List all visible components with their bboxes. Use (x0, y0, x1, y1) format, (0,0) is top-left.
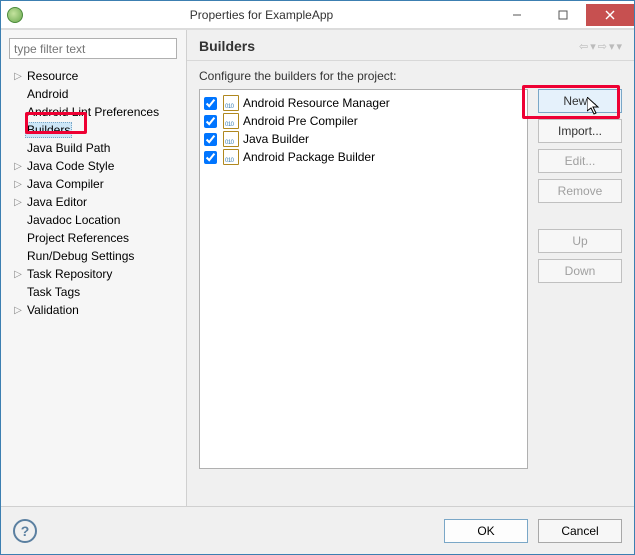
tree-item[interactable]: Run/Debug Settings (5, 247, 182, 265)
ok-button[interactable]: OK (444, 519, 528, 543)
expand-icon[interactable]: ▷ (11, 71, 25, 82)
tree-item-label: Builders (25, 122, 72, 138)
close-button[interactable] (586, 4, 634, 26)
builder-label: Android Resource Manager (243, 96, 390, 110)
builder-checkbox[interactable] (204, 151, 217, 164)
nav-pane: ▷ResourceAndroidAndroid Lint Preferences… (1, 30, 187, 506)
expand-icon[interactable]: ▷ (11, 161, 25, 172)
footer: ? OK Cancel (1, 506, 634, 554)
tree-item-label: Android (25, 87, 70, 101)
tree-item[interactable]: Builders (5, 121, 182, 139)
page-description: Configure the builders for the project: (199, 69, 622, 83)
tree-item[interactable]: ▷Java Code Style (5, 157, 182, 175)
import-button[interactable]: Import... (538, 119, 622, 143)
dialog-window: Properties for ExampleApp ▷ResourceAndro… (0, 0, 635, 555)
maximize-icon (558, 10, 568, 20)
builder-label: Android Package Builder (243, 150, 375, 164)
builder-file-icon (223, 149, 239, 165)
page-header: Builders ⇦▾ ⇨▾ ▾ (187, 30, 634, 61)
tree-item[interactable]: ▷Resource (5, 67, 182, 85)
content: ▷ResourceAndroidAndroid Lint Preferences… (1, 29, 634, 506)
back-menu-icon[interactable]: ▾ (590, 40, 596, 53)
builder-file-icon (223, 95, 239, 111)
expand-icon[interactable]: ▷ (11, 269, 25, 280)
tree-item[interactable]: Java Build Path (5, 139, 182, 157)
edit-button: Edit... (538, 149, 622, 173)
tree-item-label: Java Editor (25, 195, 89, 209)
filter-input[interactable] (9, 38, 177, 59)
minimize-button[interactable] (494, 4, 540, 26)
tree-item[interactable]: Android (5, 85, 182, 103)
category-tree[interactable]: ▷ResourceAndroidAndroid Lint Preferences… (5, 63, 182, 319)
page-title: Builders (199, 38, 579, 54)
page-body: Configure the builders for the project: … (187, 61, 634, 506)
forward-icon[interactable]: ⇨ (598, 40, 607, 53)
tree-item-label: Validation (25, 303, 81, 317)
list-item[interactable]: Android Resource Manager (204, 94, 523, 112)
list-item[interactable]: Android Package Builder (204, 148, 523, 166)
expand-icon[interactable]: ▷ (11, 179, 25, 190)
builder-label: Java Builder (243, 132, 309, 146)
expand-icon[interactable]: ▷ (11, 197, 25, 208)
tree-item[interactable]: ▷Validation (5, 301, 182, 319)
new-button[interactable]: New... (538, 89, 622, 113)
button-column: New... Import... Edit... Remove Up Down (538, 89, 622, 498)
tree-item-label: Project References (25, 231, 131, 245)
history-nav: ⇦▾ ⇨▾ ▾ (579, 40, 622, 53)
minimize-icon (512, 10, 522, 20)
tree-item-label: Resource (25, 69, 80, 83)
builder-file-icon (223, 113, 239, 129)
cancel-button[interactable]: Cancel (538, 519, 622, 543)
tree-item-label: Java Build Path (25, 141, 112, 155)
forward-menu-icon[interactable]: ▾ (609, 40, 615, 53)
tree-item[interactable]: Project References (5, 229, 182, 247)
window-title: Properties for ExampleApp (29, 8, 494, 22)
builders-row: Android Resource Manager Android Pre Comp… (199, 89, 622, 498)
tree-item[interactable]: ▷Java Editor (5, 193, 182, 211)
tree-item-label: Java Code Style (25, 159, 116, 173)
down-button: Down (538, 259, 622, 283)
tree-item[interactable]: Android Lint Preferences (5, 103, 182, 121)
expand-icon[interactable]: ▷ (11, 305, 25, 316)
list-item[interactable]: Android Pre Compiler (204, 112, 523, 130)
list-item[interactable]: Java Builder (204, 130, 523, 148)
builder-checkbox[interactable] (204, 133, 217, 146)
tree-item-label: Android Lint Preferences (25, 105, 161, 119)
window-buttons (494, 4, 634, 26)
builder-file-icon (223, 131, 239, 147)
maximize-button[interactable] (540, 4, 586, 26)
titlebar: Properties for ExampleApp (1, 1, 634, 29)
view-menu-icon[interactable]: ▾ (616, 40, 622, 53)
help-button[interactable]: ? (13, 519, 37, 543)
tree-item[interactable]: ▷Java Compiler (5, 175, 182, 193)
tree-item-label: Java Compiler (25, 177, 106, 191)
main-pane: Builders ⇦▾ ⇨▾ ▾ Configure the builders … (187, 30, 634, 506)
remove-button: Remove (538, 179, 622, 203)
tree-item[interactable]: Task Tags (5, 283, 182, 301)
app-icon (7, 7, 23, 23)
back-icon[interactable]: ⇦ (579, 40, 588, 53)
tree-item-label: Task Tags (25, 285, 82, 299)
tree-item[interactable]: ▷Task Repository (5, 265, 182, 283)
builder-checkbox[interactable] (204, 115, 217, 128)
close-icon (605, 10, 615, 20)
tree-item-label: Javadoc Location (25, 213, 122, 227)
up-button: Up (538, 229, 622, 253)
builder-checkbox[interactable] (204, 97, 217, 110)
tree-item-label: Task Repository (25, 267, 114, 281)
tree-item[interactable]: Javadoc Location (5, 211, 182, 229)
builders-list[interactable]: Android Resource Manager Android Pre Comp… (199, 89, 528, 469)
builder-label: Android Pre Compiler (243, 114, 358, 128)
tree-item-label: Run/Debug Settings (25, 249, 136, 263)
